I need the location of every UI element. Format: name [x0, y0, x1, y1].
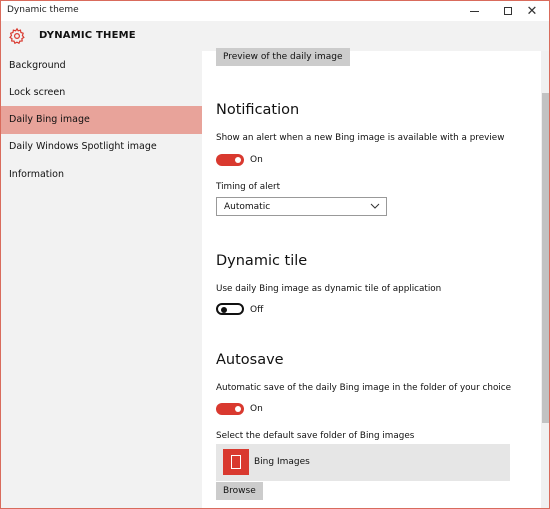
minimize-button[interactable]	[457, 1, 491, 21]
app-title: DYNAMIC THEME	[39, 30, 136, 41]
gear-icon[interactable]	[8, 27, 26, 45]
dynamic-tile-heading: Dynamic tile	[216, 253, 308, 269]
app-header: DYNAMIC THEME	[1, 21, 549, 51]
toggle-knob	[221, 307, 227, 313]
title-bar: Dynamic theme ✕	[1, 1, 549, 21]
timing-select[interactable]: Automatic	[216, 197, 387, 216]
notification-toggle-label: On	[250, 155, 263, 165]
notification-description: Show an alert when a new Bing image is a…	[216, 133, 505, 143]
folder-name: Bing Images	[254, 457, 310, 467]
browse-button[interactable]: Browse	[216, 482, 263, 500]
close-icon: ✕	[526, 3, 538, 19]
autosave-toggle-label: On	[250, 404, 263, 414]
scrollbar[interactable]	[541, 51, 549, 508]
sidebar-item-daily-bing-image[interactable]: Daily Bing image	[1, 106, 202, 134]
chevron-down-icon	[370, 203, 380, 209]
dynamic-tile-description: Use daily Bing image as dynamic tile of …	[216, 284, 442, 294]
window-title: Dynamic theme	[7, 5, 79, 15]
maximize-icon	[504, 7, 512, 15]
toggle-knob	[235, 406, 241, 412]
folder-item[interactable]: Bing Images	[216, 444, 510, 481]
minimize-icon	[469, 10, 479, 12]
sidebar-item-information[interactable]: Information	[1, 161, 202, 189]
timing-label: Timing of alert	[216, 182, 281, 192]
app-window: Dynamic theme ✕ DYNAMIC THEME Background…	[0, 0, 550, 509]
toggle-knob	[235, 157, 241, 163]
sidebar-item-lock-screen[interactable]: Lock screen	[1, 79, 202, 107]
dynamic-tile-toggle[interactable]	[216, 303, 244, 315]
dynamic-tile-toggle-label: Off	[250, 305, 264, 315]
folder-icon	[223, 449, 249, 475]
preview-button[interactable]: Preview of the daily image	[216, 48, 350, 66]
autosave-heading: Autosave	[216, 352, 284, 368]
close-button[interactable]: ✕	[515, 1, 549, 21]
timing-select-value: Automatic	[224, 202, 271, 212]
sidebar-item-background[interactable]: Background	[1, 52, 202, 80]
notification-heading: Notification	[216, 102, 300, 118]
scrollbar-thumb[interactable]	[542, 93, 549, 423]
folder-label: Select the default save folder of Bing i…	[216, 431, 415, 441]
main-content: Preview of the daily image Notification …	[202, 48, 541, 508]
sidebar-item-daily-windows-spotlight-image[interactable]: Daily Windows Spotlight image	[1, 133, 202, 161]
autosave-toggle[interactable]	[216, 403, 244, 415]
sidebar: Background Lock screen Daily Bing image …	[1, 51, 202, 508]
notification-toggle[interactable]	[216, 154, 244, 166]
autosave-description: Automatic save of the daily Bing image i…	[216, 383, 512, 393]
